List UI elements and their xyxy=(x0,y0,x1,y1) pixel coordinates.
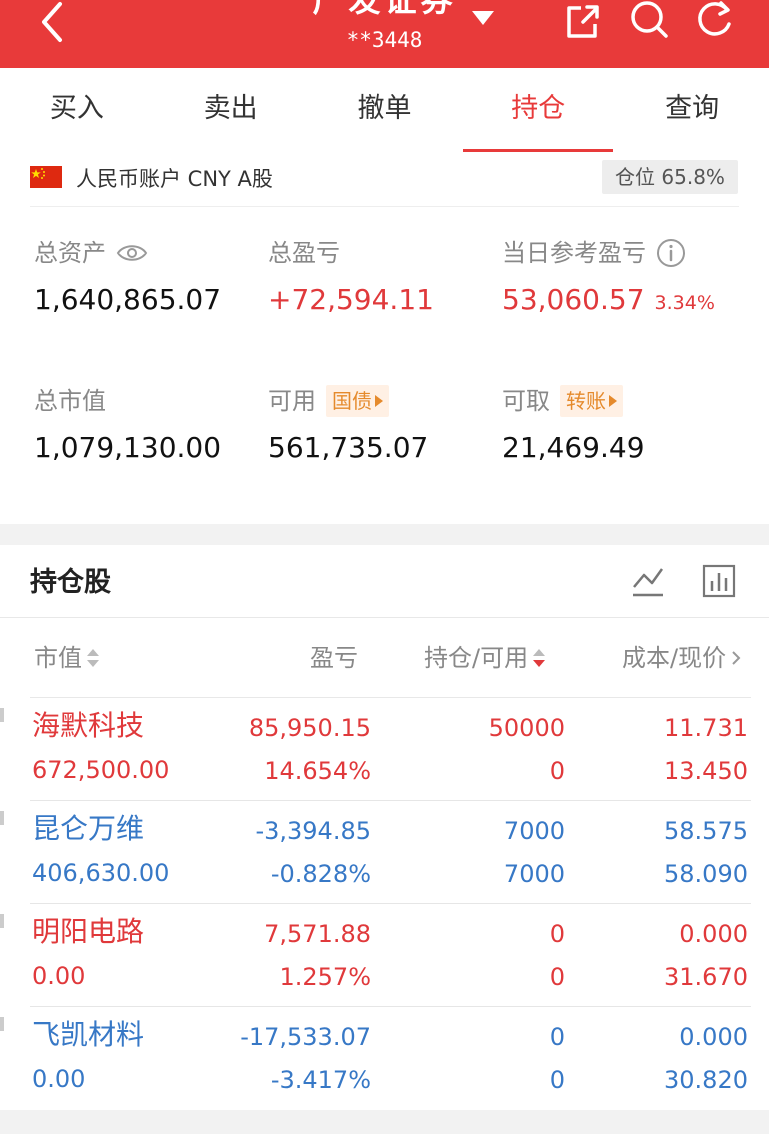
sort-icon xyxy=(87,649,99,667)
stock-available: 0 xyxy=(549,963,565,991)
stock-available: 0 xyxy=(549,757,565,785)
col-position[interactable]: 持仓/可用 xyxy=(424,641,546,675)
daily-pnl-value: 53,060.57 xyxy=(502,283,645,316)
stock-pnl: -3,394.85 xyxy=(255,817,371,845)
row-marker xyxy=(0,914,4,928)
stock-market-value: 0.00 xyxy=(32,962,86,990)
available-funds: 可用 国债 561,735.07 xyxy=(268,384,428,468)
col-cost-price[interactable]: 成本/现价 xyxy=(622,641,742,675)
info-icon[interactable] xyxy=(656,238,686,268)
col-pnl[interactable]: 盈亏 xyxy=(310,641,358,675)
stock-price: 58.090 xyxy=(664,860,748,888)
app: 广发证券 **3448 买入 卖出 撤单 持仓 查询 人民币账户 CNY A股 … xyxy=(0,0,769,1134)
daily-pnl-percent: 3.34% xyxy=(654,292,715,314)
row-marker xyxy=(0,708,4,722)
market-value: 总市值 1,079,130.00 xyxy=(34,384,221,468)
transfer-button[interactable]: 转账 xyxy=(560,385,623,417)
available-value: 561,735.07 xyxy=(268,431,429,464)
daily-pnl-label: 当日参考盈亏 xyxy=(502,239,646,267)
stock-cost: 0.000 xyxy=(679,1023,748,1051)
total-assets-label: 总资产 xyxy=(34,239,106,267)
table-row[interactable]: 明阳电路 0.00 7,571.88 1.257% 0 0 0.000 31.670 xyxy=(0,904,769,1007)
stock-name: 昆仑万维 xyxy=(32,812,145,845)
stock-price: 31.670 xyxy=(664,963,748,991)
market-value-value: 1,079,130.00 xyxy=(34,431,222,464)
stock-price: 30.820 xyxy=(664,1066,748,1094)
row-marker xyxy=(0,1017,4,1031)
stock-price: 13.450 xyxy=(664,757,748,785)
total-pnl: 总盈亏 +72,594.11 xyxy=(268,236,434,320)
bar-chart-icon[interactable] xyxy=(701,563,737,599)
refresh-icon[interactable] xyxy=(694,0,736,42)
stock-market-value: 0.00 xyxy=(32,1065,86,1093)
share-icon[interactable] xyxy=(561,0,603,42)
stock-market-value: 672,500.00 xyxy=(32,756,170,784)
stock-position: 0 xyxy=(549,920,565,948)
stock-name: 海默科技 xyxy=(32,709,145,742)
table-row[interactable]: 飞凯材料 0.00 -17,533.07 -3.417% 0 0 0.000 30.820 xyxy=(0,1007,769,1110)
stock-position: 50000 xyxy=(488,714,565,742)
treasury-bond-button[interactable]: 国债 xyxy=(326,385,389,417)
stock-cost: 0.000 xyxy=(679,920,748,948)
stock-pnl-percent: 14.654% xyxy=(264,757,371,785)
stock-market-value: 406,630.00 xyxy=(32,859,170,887)
chevron-right-icon xyxy=(732,651,741,665)
tab-sell[interactable]: 卖出 xyxy=(154,68,308,152)
holdings-title: 持仓股 xyxy=(30,567,111,598)
withdrawable-label: 可取 xyxy=(502,387,550,415)
stock-pnl: 7,571.88 xyxy=(264,920,371,948)
play-arrow-icon xyxy=(375,395,383,407)
withdrawable-value: 21,469.49 xyxy=(502,431,645,464)
tab-buy[interactable]: 买入 xyxy=(0,68,154,152)
sort-desc-icon xyxy=(533,649,546,667)
stock-pnl: -17,533.07 xyxy=(240,1023,371,1051)
available-label: 可用 xyxy=(268,387,316,415)
line-chart-icon[interactable] xyxy=(630,563,666,599)
search-icon[interactable] xyxy=(628,0,670,42)
holdings-panel: 持仓股 市值 盈亏 持仓/可用 成本/现价 海默科技 672,500.00 85… xyxy=(0,545,769,1110)
stock-pnl-percent: -0.828% xyxy=(270,860,371,888)
stock-pnl: 85,950.15 xyxy=(248,714,371,742)
total-assets: 总资产 1,640,865.07 xyxy=(34,236,221,320)
stock-cost: 11.731 xyxy=(664,714,748,742)
total-assets-value: 1,640,865.07 xyxy=(34,283,222,316)
play-arrow-icon xyxy=(609,395,617,407)
tab-query[interactable]: 查询 xyxy=(615,68,769,152)
total-pnl-label: 总盈亏 xyxy=(268,239,340,267)
divider xyxy=(30,206,739,207)
market-value-label: 总市值 xyxy=(34,387,106,415)
position-ratio-badge: 仓位 65.8% xyxy=(602,160,738,194)
stock-position: 0 xyxy=(549,1023,565,1051)
withdrawable-funds: 可取 转账 21,469.49 xyxy=(502,384,645,468)
stock-name: 明阳电路 xyxy=(32,915,145,948)
account-summary: 人民币账户 CNY A股 仓位 65.8% 总资产 1,640,865.07 总… xyxy=(0,152,769,524)
stock-cost: 58.575 xyxy=(664,817,748,845)
stock-pnl-percent: -3.417% xyxy=(270,1066,371,1094)
china-flag-icon xyxy=(30,166,62,188)
daily-pnl: 当日参考盈亏 53,060.57 3.34% xyxy=(502,236,715,323)
header: 广发证券 **3448 xyxy=(0,0,769,68)
stock-pnl-percent: 1.257% xyxy=(279,963,371,991)
divider xyxy=(0,617,769,618)
stock-available: 7000 xyxy=(503,860,565,888)
tab-cancel[interactable]: 撤单 xyxy=(308,68,462,152)
row-marker xyxy=(0,811,4,825)
dropdown-caret-icon[interactable] xyxy=(470,8,496,28)
stock-position: 7000 xyxy=(503,817,565,845)
account-type-label[interactable]: 人民币账户 CNY A股 xyxy=(76,164,273,194)
col-market-value[interactable]: 市值 xyxy=(34,641,100,675)
stock-name: 飞凯材料 xyxy=(32,1018,145,1051)
trade-tabs: 买入 卖出 撤单 持仓 查询 xyxy=(0,68,769,152)
tab-positions[interactable]: 持仓 xyxy=(461,68,615,152)
stock-available: 0 xyxy=(549,1066,565,1094)
eye-icon[interactable] xyxy=(116,242,148,264)
account-row: 人民币账户 CNY A股 仓位 65.8% xyxy=(0,152,769,206)
table-row[interactable]: 昆仑万维 406,630.00 -3,394.85 -0.828% 7000 7000 58… xyxy=(0,801,769,904)
total-pnl-value: +72,594.11 xyxy=(268,283,434,316)
table-row[interactable]: 海默科技 672,500.00 85,950.15 14.654% 50000 0 11.7… xyxy=(0,698,769,801)
